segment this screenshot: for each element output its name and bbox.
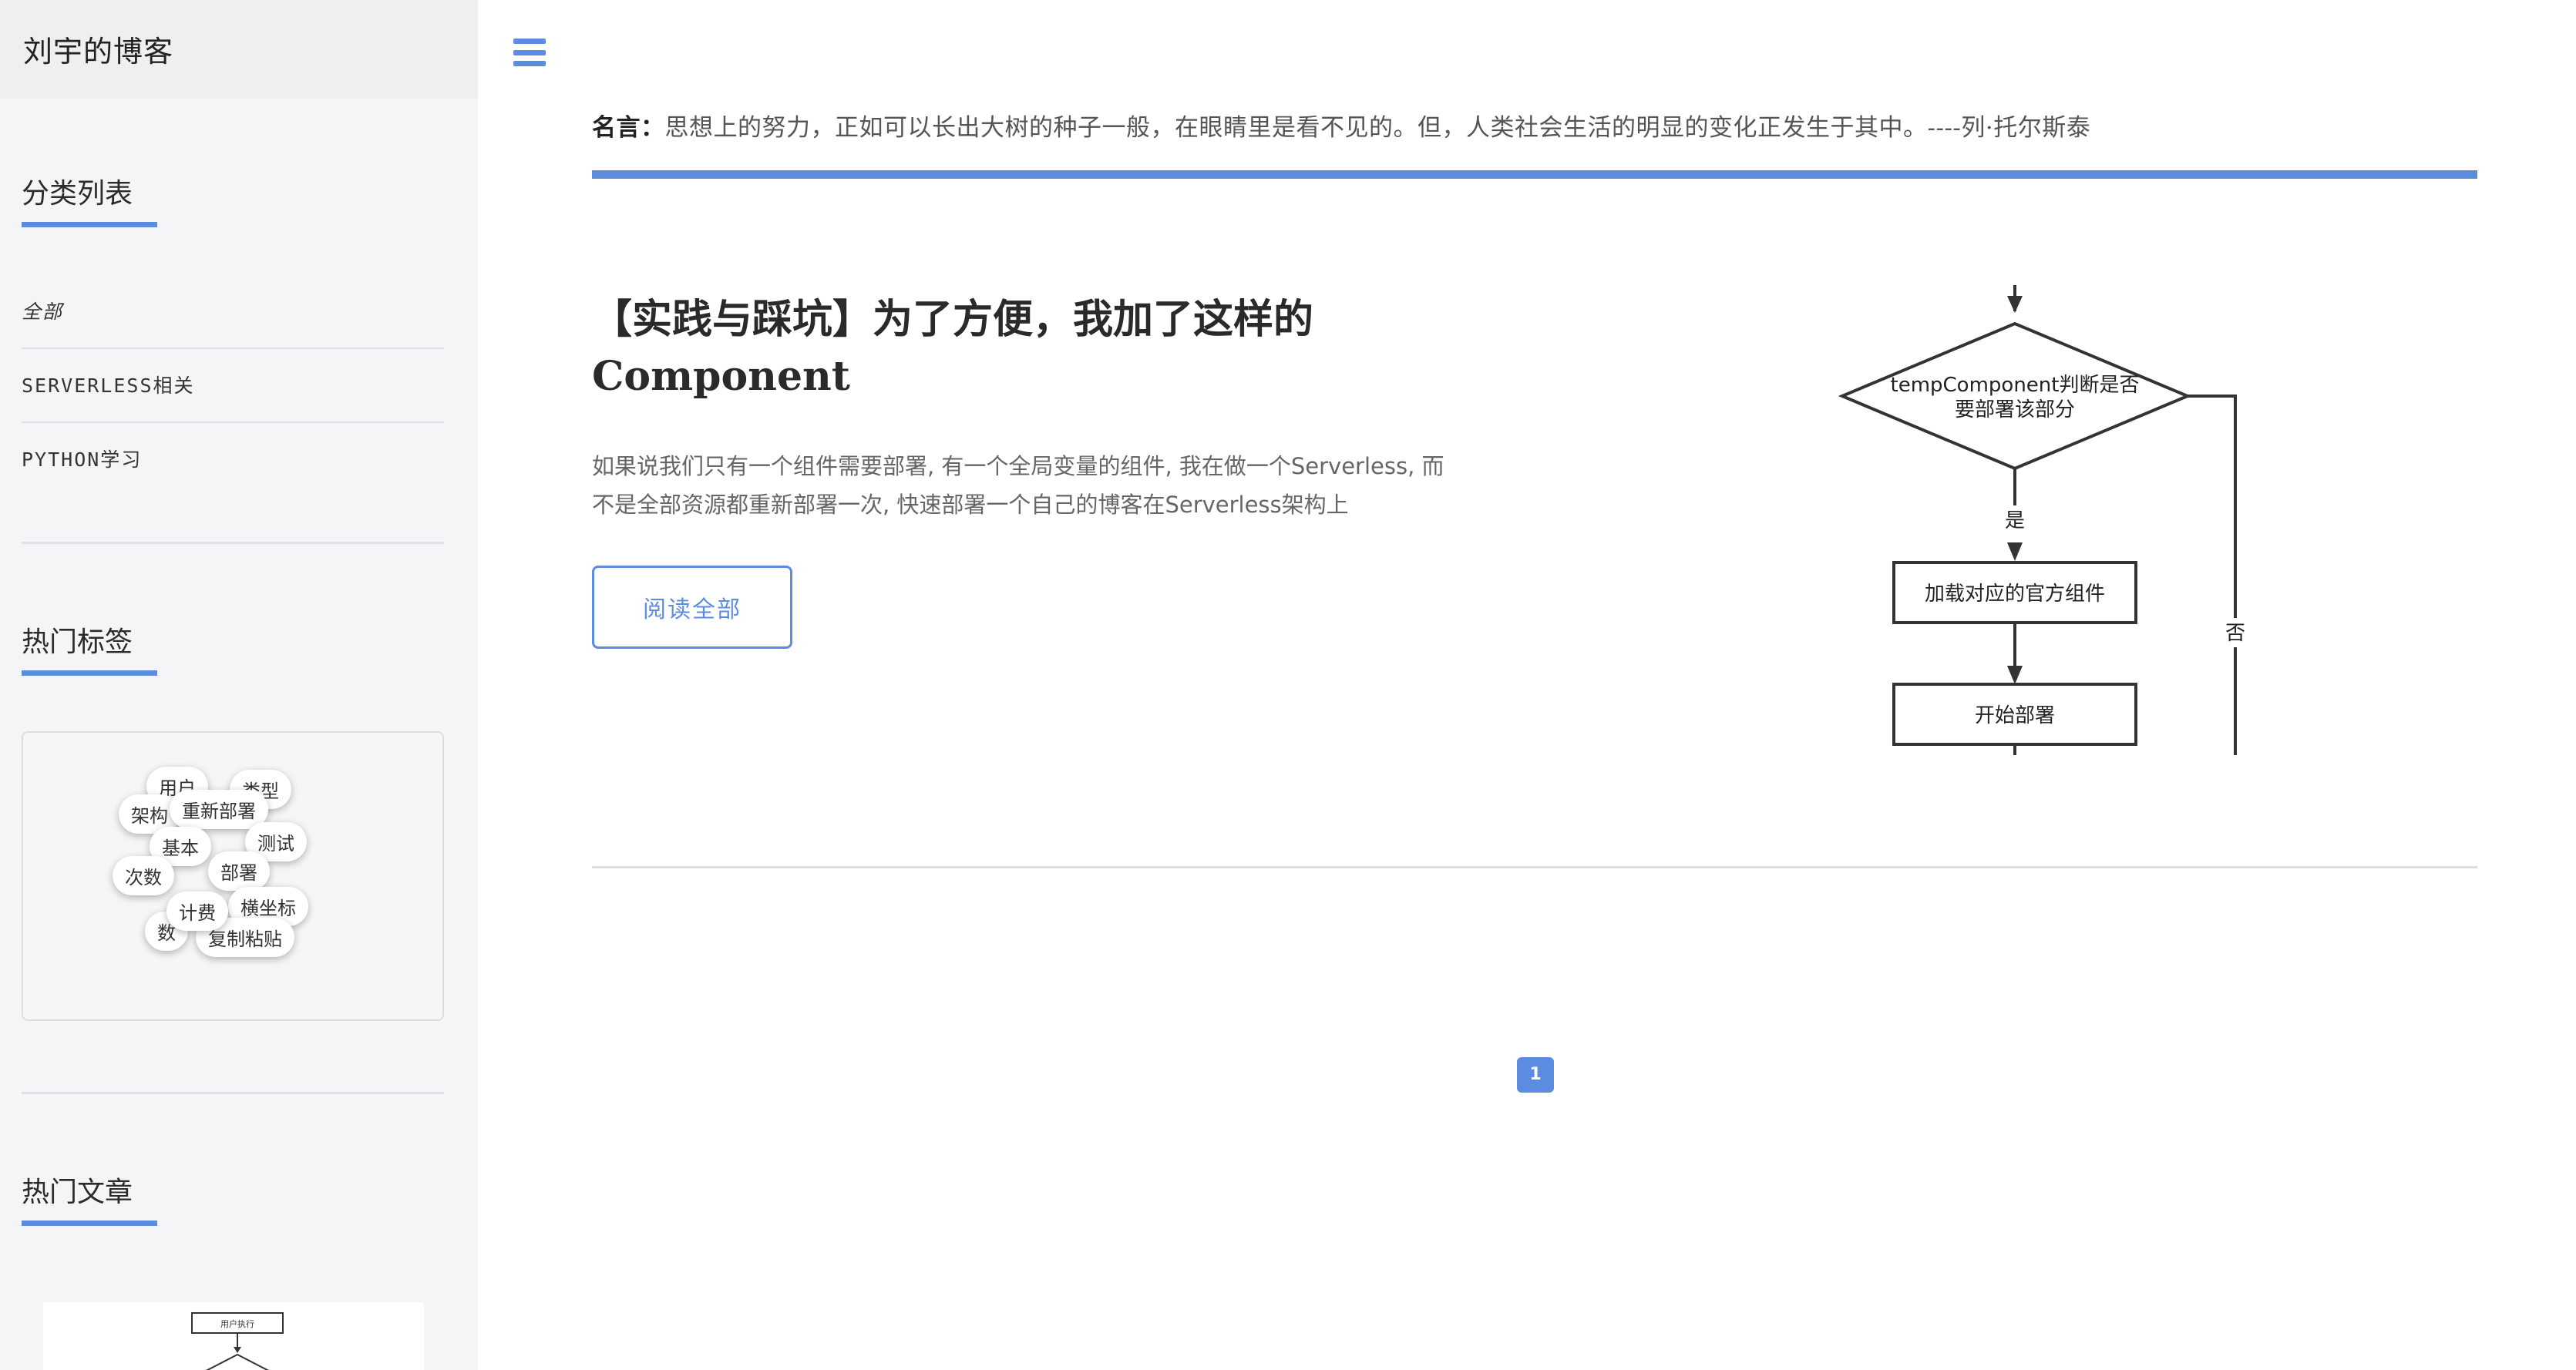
sidebar: 刘宇的博客 分类列表 全部 SERVERLESS相关 PYTHON学习 热门标签… [0,0,478,1370]
flow-step-load-component: 加载对应的官方组件 [1925,583,2105,606]
tag-cloud: 用户 类型 架构 重新部署 基本 测试 次数 部署 横坐标 复制粘贴 数 计费 [22,731,444,1021]
hamburger-menu-icon[interactable] [513,39,546,66]
site-brand[interactable]: 刘宇的博客 [0,0,478,99]
category-list: 全部 SERVERLESS相关 PYTHON学习 [22,275,444,497]
flow-yes-label: 是 [2005,509,2025,532]
thumbnail-node-label: 用户执行 [220,1318,254,1329]
post-title[interactable]: 【实践与踩坑】为了方便，我加了这样的Component [592,291,1363,405]
flow-decision-line2: 要部署该部分 [1955,398,2075,421]
motto-label: 名言： [592,114,665,142]
category-python[interactable]: PYTHON学习 [22,423,444,497]
category-serverless[interactable]: SERVERLESS相关 [22,349,444,423]
articles-heading: 热门文章 [22,1170,157,1226]
tag-count[interactable]: 次数 [113,856,174,895]
sidebar-divider [22,542,444,544]
motto-banner: 名言：思想上的努力，正如可以长出大树的种子一般，在眼睛里是看不见的。但，人类社会… [592,108,2477,179]
tags-section: 热门标签 用户 类型 架构 重新部署 基本 测试 次数 部署 横坐标 复制粘贴 … [0,620,478,1021]
flow-no-label: 否 [2225,622,2245,645]
thumbnail-flowchart: 用户执行 [191,1312,284,1370]
tag-deploy[interactable]: 部署 [208,851,270,891]
flow-step-start-deploy: 开始部署 [1975,704,2055,727]
post-cover-flowchart[interactable]: tempComponent判断是否 要部署该部分 是 加载对应的官方组件 开始部… [1827,285,2258,755]
read-more-button[interactable]: 阅读全部 [592,566,792,649]
flow-decision-line1: tempComponent判断是否 [1891,374,2140,397]
article-thumbnail[interactable]: 用户执行 [43,1302,424,1370]
articles-section: 热门文章 [0,1170,478,1226]
motto-text: 思想上的努力，正如可以长出大树的种子一般，在眼睛里是看不见的。但，人类社会生活的… [664,114,2091,142]
post-divider [592,866,2477,868]
pagination-page-1[interactable]: 1 [1517,1057,1554,1093]
tag-redeploy[interactable]: 重新部署 [170,790,268,829]
categories-section: 分类列表 全部 SERVERLESS相关 PYTHON学习 [0,171,478,497]
sidebar-divider [22,1092,444,1094]
post-excerpt: 如果说我们只有一个组件需要部署, 有一个全局变量的组件, 我在做一个Server… [592,453,1444,518]
categories-heading: 分类列表 [22,171,157,227]
category-all[interactable]: 全部 [22,275,444,349]
tag-billing[interactable]: 计费 [166,892,228,931]
tags-heading: 热门标签 [22,620,157,676]
